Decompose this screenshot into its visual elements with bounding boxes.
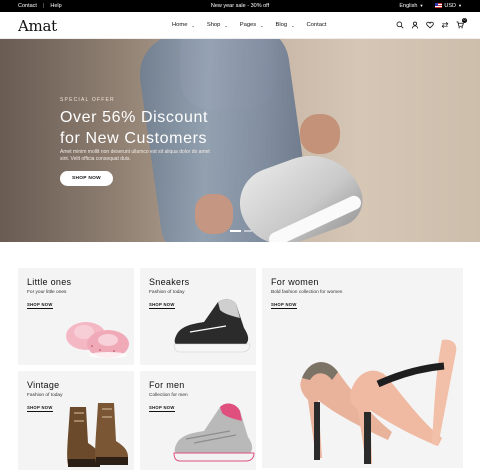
language-selector[interactable]: English ▼	[399, 3, 423, 9]
chevron-down-icon: ▼	[419, 3, 424, 8]
nav-item-shop[interactable]: Shop ⌄	[207, 22, 228, 28]
shop-now-link[interactable]: SHOP NOW	[27, 302, 53, 309]
vintage-boots-image	[67, 403, 128, 467]
topbar-settings: English ▼ USD ▼	[399, 3, 462, 9]
nav-item-home[interactable]: Home ⌄	[172, 22, 195, 28]
cart-count-badge: 0	[462, 18, 467, 23]
nav-label: Shop	[206, 22, 221, 28]
nav-label: Contact	[306, 22, 327, 28]
category-card-little-ones[interactable]: Little ones For your little ones SHOP NO…	[18, 268, 134, 365]
category-title: Little ones	[27, 277, 72, 287]
main-nav: Home ⌄ Shop ⌄ Pages ⌄ Blog ⌄ Contact	[172, 22, 326, 28]
slider-dots	[230, 230, 252, 232]
category-title: For women	[271, 277, 319, 287]
high-heels-image	[300, 339, 457, 464]
category-subtitle: Bold fashion collection for women	[271, 290, 343, 295]
category-title: Sneakers	[149, 277, 190, 287]
hero-description: Amet minim mollit non deserunt ullamco e…	[60, 149, 210, 162]
chevron-down-icon: ▼	[458, 3, 462, 8]
chevron-down-icon: ⌄	[291, 22, 295, 28]
site-header: Amat Home ⌄ Shop ⌄ Pages ⌄ Blog ⌄ Contact 0	[0, 12, 480, 39]
hero-hand	[195, 194, 233, 234]
shop-now-button[interactable]: SHOP NOW	[60, 171, 113, 186]
header-icons: 0	[396, 18, 467, 29]
hero-title: Over 56% Discount for New Customers	[60, 109, 209, 147]
nav-label: Pages	[239, 22, 257, 28]
logo[interactable]: Amat	[18, 17, 57, 35]
mens-sneaker-image	[173, 403, 255, 462]
us-flag-icon	[435, 3, 443, 8]
heart-icon[interactable]	[426, 21, 434, 29]
nav-label: Home	[172, 22, 188, 28]
search-icon[interactable]	[396, 21, 404, 29]
nav-item-pages[interactable]: Pages ⌄	[240, 22, 264, 28]
category-card-sneakers[interactable]: Sneakers Fashion of today SHOP NOW	[140, 268, 256, 365]
language-label: English	[399, 3, 418, 9]
nav-item-blog[interactable]: Blog ⌄	[276, 22, 295, 28]
slider-dot[interactable]	[244, 230, 252, 232]
category-card-for-men[interactable]: For men Collection for men SHOP NOW	[140, 371, 256, 470]
category-title: For men	[149, 380, 185, 390]
user-icon[interactable]	[411, 21, 419, 29]
announcement-bar: Contact | Help New year sale - 30% off E…	[0, 0, 480, 12]
chevron-down-icon: ⌄	[260, 22, 264, 28]
hero-kicker: SPECIAL OFFER	[60, 97, 115, 103]
sneaker-image	[173, 299, 251, 353]
category-title: Vintage	[27, 380, 60, 390]
nav-item-contact[interactable]: Contact	[307, 22, 327, 28]
shop-now-link[interactable]: SHOP NOW	[27, 405, 53, 412]
category-subtitle: For your little ones	[27, 290, 67, 295]
currency-selector[interactable]: USD ▼	[435, 3, 462, 9]
category-card-for-women[interactable]: For women Bold fashion collection for wo…	[262, 268, 463, 468]
hero-hand	[300, 114, 340, 154]
category-subtitle: Fashion of today	[27, 393, 63, 398]
cart-icon[interactable]: 0	[456, 18, 467, 29]
currency-label: USD	[444, 3, 457, 9]
shop-now-link[interactable]: SHOP NOW	[271, 302, 297, 309]
slider-dot-active[interactable]	[230, 230, 241, 232]
chevron-down-icon: ⌄	[191, 22, 195, 28]
baby-shoes-image	[66, 322, 129, 358]
hero-banner: SPECIAL OFFER Over 56% Discount for New …	[0, 39, 480, 242]
nav-label: Blog	[275, 22, 288, 28]
compare-icon[interactable]	[441, 21, 449, 29]
category-card-vintage[interactable]: Vintage Fashion of today SHOP NOW	[18, 371, 134, 470]
chevron-down-icon: ⌄	[224, 22, 228, 28]
